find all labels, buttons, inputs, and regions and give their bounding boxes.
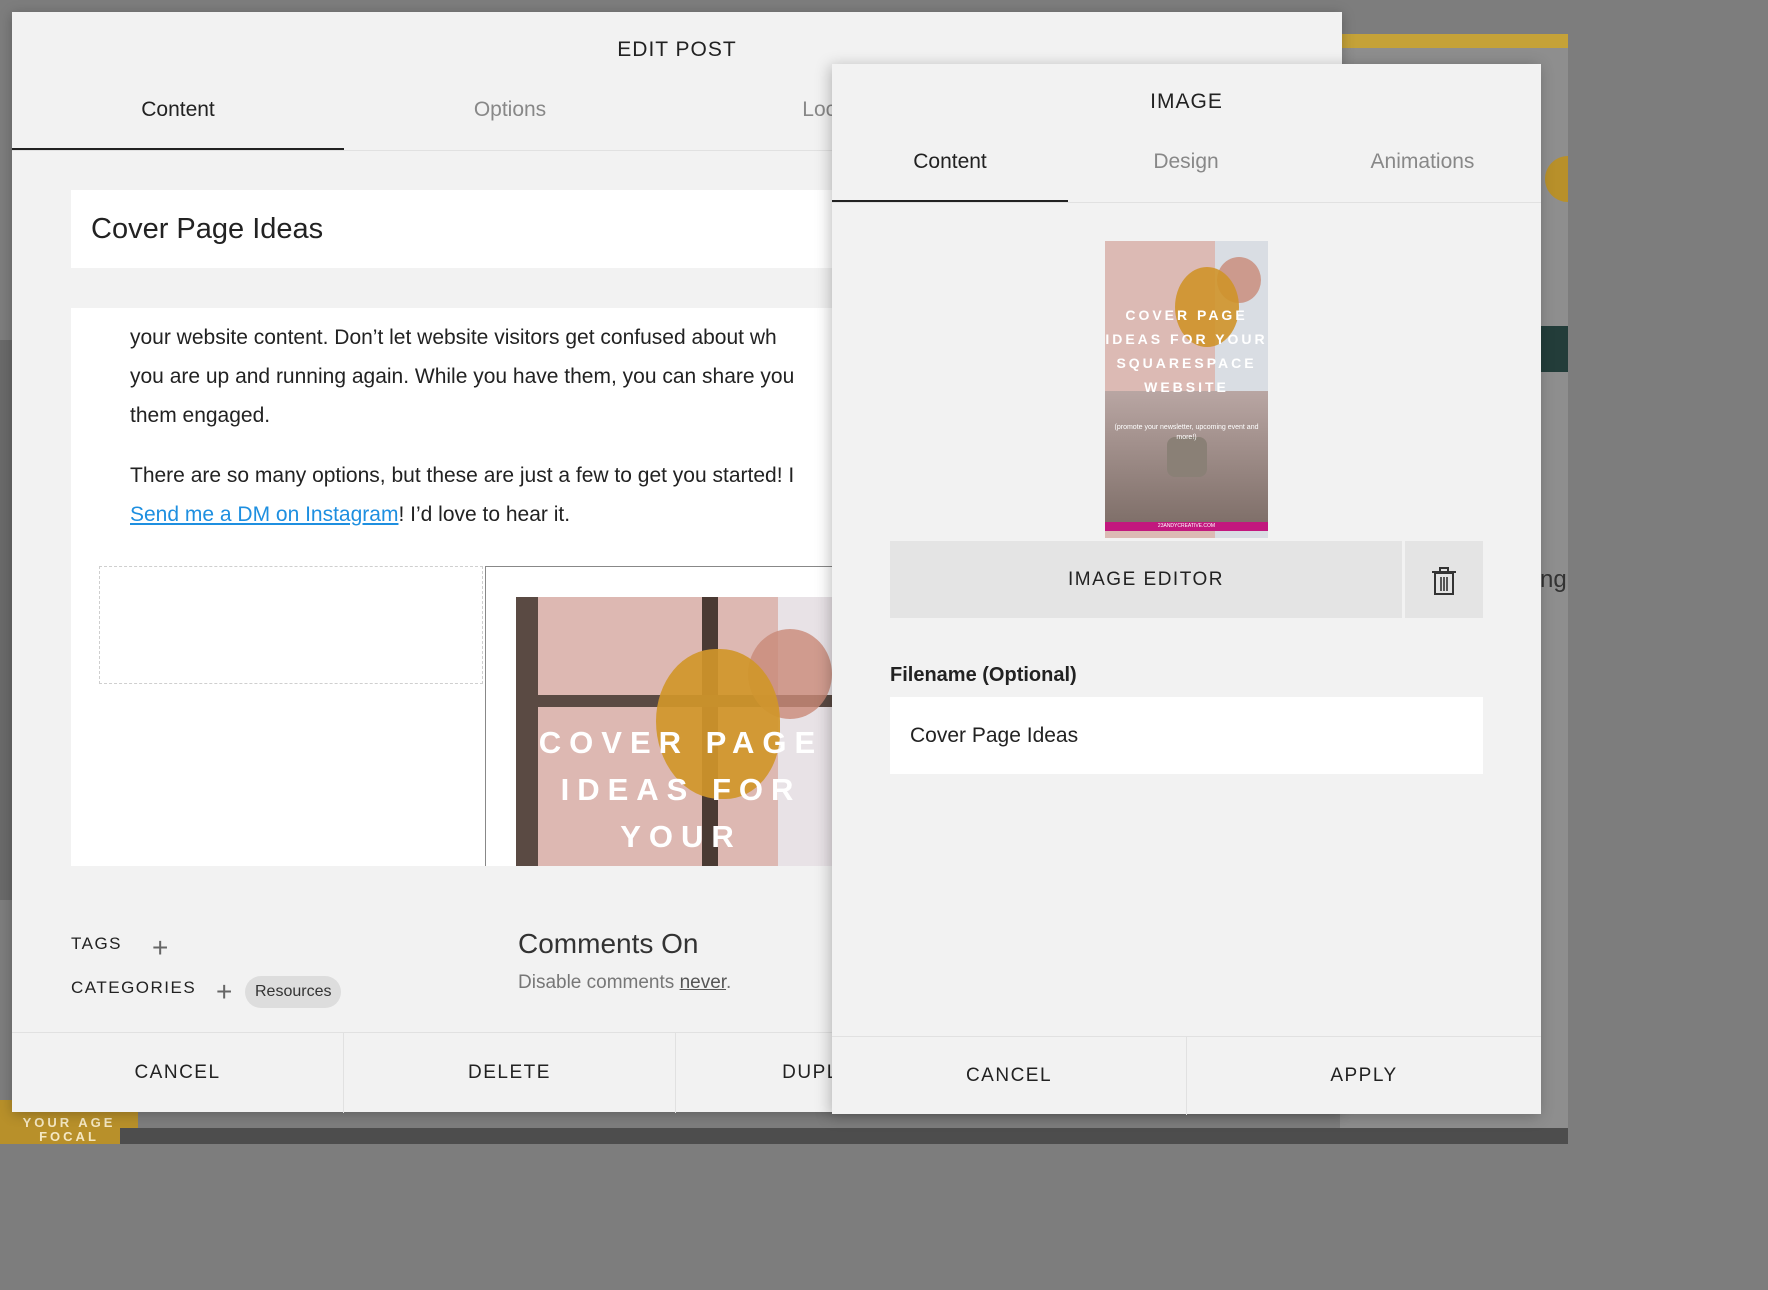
tab-design[interactable]: Design [1068, 134, 1304, 202]
instagram-dm-link[interactable]: Send me a DM on Instagram [130, 503, 398, 526]
apply-button[interactable]: APPLY [1187, 1037, 1541, 1115]
trash-icon [1432, 567, 1456, 595]
body-line: you are up and running again. While you … [130, 365, 795, 388]
background-gold-bar [1340, 34, 1568, 48]
delete-button[interactable]: DELETE [344, 1033, 676, 1113]
body-line-rest: ! I’d love to hear it. [398, 503, 571, 526]
comments-status-title: Comments On [518, 928, 699, 959]
background-bottom-strip [120, 1128, 1568, 1144]
active-tab-indicator [12, 148, 344, 150]
background-text-fragment: ng [1540, 566, 1567, 593]
comments-disable-suffix: . [726, 972, 732, 993]
empty-block-placeholder[interactable] [99, 566, 483, 684]
comments-disable-link[interactable]: never [680, 972, 726, 993]
background-left-strip [0, 340, 12, 900]
tags-label: TAGS [71, 934, 123, 953]
comments-disable-text: Disable comments never. [518, 972, 731, 994]
tab-animations[interactable]: Animations [1304, 134, 1541, 202]
categories-label: CATEGORIES [71, 978, 197, 997]
body-line: them engaged. [130, 404, 271, 427]
image-editor-button[interactable]: IMAGE EDITOR [890, 541, 1402, 618]
thumb-overlay-text: COVER PAGE IDEAS FOR YOUR SQUARESPACE WE… [1105, 307, 1268, 395]
thumb-mug [1167, 437, 1207, 477]
add-category-plus-icon[interactable]: + [216, 978, 232, 1006]
image-thumbnail[interactable]: COVER PAGE IDEAS FOR YOUR SQUARESPACE WE… [1105, 241, 1268, 538]
comments-disable-prefix: Disable comments [518, 972, 675, 993]
tab-content[interactable]: Content [12, 82, 344, 150]
cancel-button[interactable]: CANCEL [832, 1037, 1187, 1115]
add-tag-plus-icon[interactable]: + [152, 934, 168, 962]
tab-options[interactable]: Options [344, 82, 676, 150]
thumb-caption: (promote your newsletter, upcoming event… [1114, 424, 1259, 441]
panel-title: IMAGE [1150, 90, 1223, 113]
thumb-footer-bar: 23ANDYCREATIVE.COM [1105, 522, 1268, 531]
image-panel-tabs: Content Design Animations [832, 134, 1541, 203]
delete-image-button[interactable] [1405, 541, 1483, 618]
active-tab-indicator [832, 200, 1068, 202]
image-settings-panel: IMAGE Content Design Animations COVER PA… [832, 64, 1541, 1115]
cancel-button[interactable]: CANCEL [12, 1033, 344, 1113]
tab-content[interactable]: Content [832, 134, 1068, 202]
modal-title: EDIT POST [617, 38, 737, 61]
body-line: There are so many options, but these are… [130, 464, 795, 487]
filename-input[interactable] [890, 697, 1483, 774]
filename-label: Filename (Optional) [890, 664, 1077, 686]
body-line: your website content. Don’t let website … [130, 326, 777, 349]
body-line-with-link: Send me a DM on Instagram! I’d love to h… [130, 495, 570, 534]
image-panel-footer: CANCEL APPLY [832, 1036, 1541, 1115]
image-overlay-text: COVER PAGE IDEAS FOR YOUR [538, 725, 824, 854]
category-badge[interactable]: Resources [245, 976, 342, 1008]
background-teal-block [1540, 326, 1568, 372]
